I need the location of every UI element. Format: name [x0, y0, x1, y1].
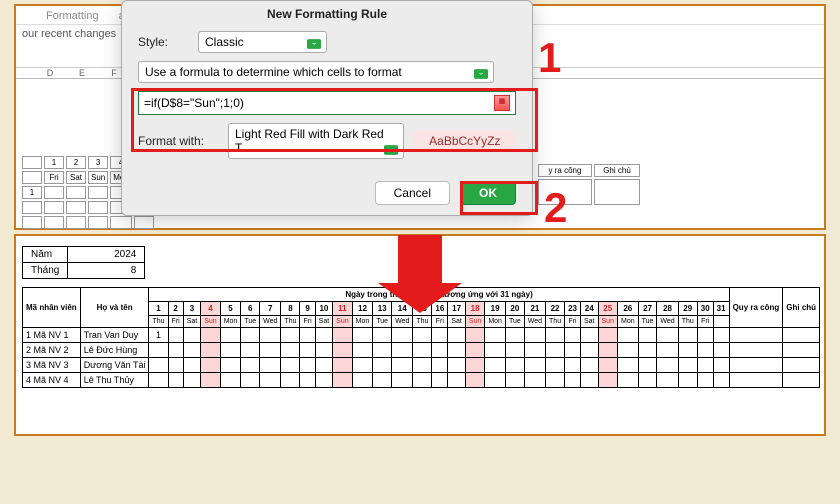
range-picker-icon[interactable]: ▦ — [494, 95, 510, 111]
ribbon-item[interactable]: Formatting — [46, 10, 99, 22]
style-label: Style: — [138, 35, 188, 49]
ok-button[interactable]: OK — [460, 181, 516, 205]
format-with-select[interactable]: Light Red Fill with Dark Red T... — [228, 123, 404, 159]
new-formatting-rule-dialog: New Formatting Rule Style: Classic Use a… — [121, 0, 533, 216]
annotation-number-2: 2 — [544, 184, 567, 232]
cancel-button[interactable]: Cancel — [375, 181, 450, 205]
style-select[interactable]: Classic — [198, 31, 327, 53]
dialog-title: New Formatting Rule — [122, 1, 532, 27]
annotation-number-1: 1 — [538, 34, 561, 82]
arrow-icon — [398, 235, 462, 313]
year-month-table: Năm2024 Tháng8 — [22, 246, 145, 279]
top-panel: Formatting as Table Styles | Format | Fi… — [14, 4, 826, 230]
format-with-label: Format with: — [138, 134, 218, 148]
formula-input[interactable]: =if(D$8="Sun";1;0)▦ — [138, 91, 516, 115]
rule-type-select[interactable]: Use a formula to determine which cells t… — [138, 61, 494, 83]
format-preview: AaBbCcYyZz — [414, 131, 516, 151]
